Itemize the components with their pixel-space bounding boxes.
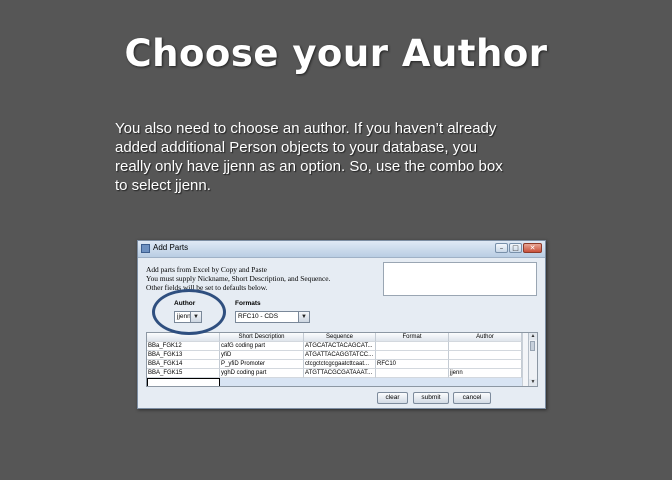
scroll-up-icon[interactable]: ▲ [529,333,537,340]
table-cell[interactable]: ATGTTACGCGATAAAT... [304,369,376,378]
scrollbar-thumb[interactable] [530,341,535,351]
maximize-button[interactable]: □ [509,243,522,253]
table-cell[interactable] [449,351,522,360]
table-header-row: Short Description Sequence Format Author [147,333,529,342]
formats-label: Formats [235,300,261,307]
app-icon [141,244,150,253]
table-row[interactable]: BBA_FGK14 P_yfiD Promoter ctcgctctcgcgaa… [147,360,529,369]
table-cell[interactable] [376,369,449,378]
table-cell[interactable]: jjenn [449,369,522,378]
author-highlight-ring [152,289,226,335]
column-header[interactable]: Author [449,333,522,342]
table-row-new[interactable] [147,378,529,386]
instructions-text: Add parts from Excel by Copy and Paste Y… [146,265,386,292]
table-edit-cell[interactable] [147,378,220,386]
table-row[interactable]: BBA_FGK13 yfiD ATGATTACAGGTATCC... [147,351,529,360]
table-cell[interactable]: yghD coding part [220,369,304,378]
table-cell[interactable] [449,360,522,369]
table-row[interactable]: BBA_FGK15 yghD coding part ATGTTACGCGATA… [147,369,529,378]
submit-button[interactable]: submit [413,392,449,404]
table-cell[interactable] [376,342,449,351]
add-parts-window: Add Parts – □ ✕ Add parts from Excel by … [137,240,546,409]
table-cell[interactable]: ctcgctctcgcgaatcttcaat... [304,360,376,369]
table-cell[interactable] [376,351,449,360]
scroll-down-icon[interactable]: ▼ [529,379,537,386]
table-cell[interactable]: BBA_FGK13 [147,351,220,360]
slide-title: Choose your Author [124,32,548,75]
table-cell[interactable]: BBA_FGK15 [147,369,220,378]
minimize-button[interactable]: – [495,243,508,253]
instruction-line: Add parts from Excel by Copy and Paste [146,265,267,274]
body-line: to select jjenn. [115,177,211,194]
column-header[interactable]: Short Description [220,333,304,342]
clear-button[interactable]: clear [377,392,408,404]
table-cell[interactable]: P_yfiD Promoter [220,360,304,369]
body-line: added additional Person objects to your … [115,139,477,156]
table-cell[interactable]: BBa_FGK12 [147,342,220,351]
body-line: really only have jjenn as an option. So,… [115,158,503,175]
slide-body-text: You also need to choose an author. If yo… [115,119,595,195]
table-cell[interactable]: RFC10 [376,360,449,369]
parts-table[interactable]: Short Description Sequence Format Author… [146,332,538,387]
description-text-area[interactable] [383,262,537,296]
table-cell[interactable]: ATGATTACAGGTATCC... [304,351,376,360]
cancel-button[interactable]: cancel [453,392,491,404]
table-row[interactable]: BBa_FGK12 cafG coding part ATGCATACTACAG… [147,342,529,351]
column-header[interactable]: Format [376,333,449,342]
close-button[interactable]: ✕ [523,243,542,253]
window-titlebar[interactable]: Add Parts – □ ✕ [138,241,545,258]
column-header[interactable]: Sequence [304,333,376,342]
chevron-down-icon[interactable]: ▼ [298,312,309,322]
formats-combo-box[interactable]: RFC10 - CDS ▼ [235,311,310,323]
table-cell[interactable]: ATGCATACTACAGCAT... [304,342,376,351]
body-line: You also need to choose an author. If yo… [115,120,497,137]
instruction-line: You must supply Nickname, Short Descript… [146,274,331,283]
table-cell[interactable]: BBA_FGK14 [147,360,220,369]
vertical-scrollbar[interactable]: ▲ ▼ [528,333,537,386]
table-cell[interactable]: cafG coding part [220,342,304,351]
table-cell[interactable]: yfiD [220,351,304,360]
formats-selected-value: RFC10 - CDS [238,313,279,320]
table-cell[interactable] [449,342,522,351]
window-title: Add Parts [153,243,189,252]
